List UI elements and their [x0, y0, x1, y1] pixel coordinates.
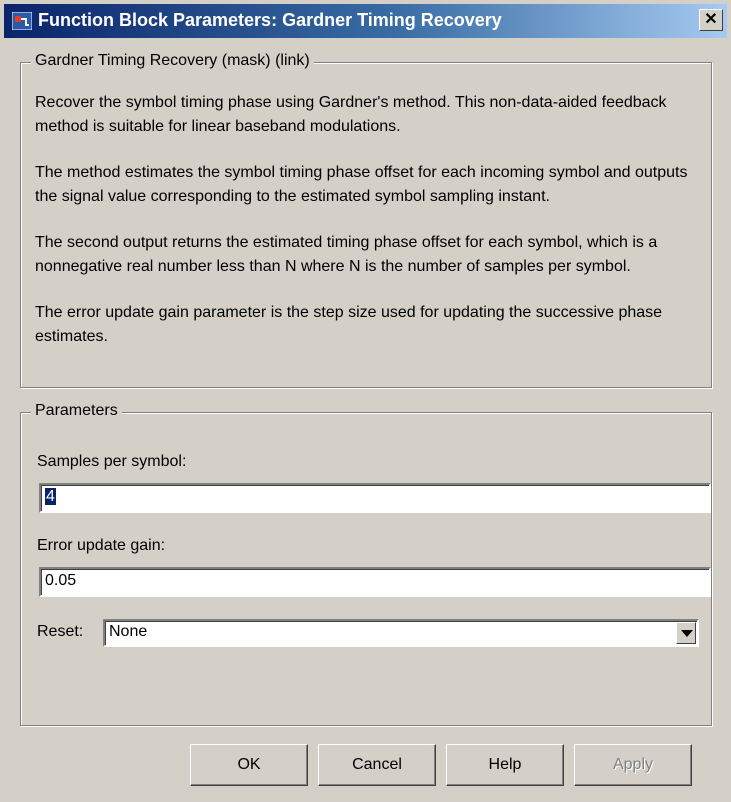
- close-icon[interactable]: ✕: [699, 9, 723, 31]
- description-text: Recover the symbol timing phase using Ga…: [35, 91, 705, 371]
- title-bar[interactable]: Function Block Parameters: Gardner Timin…: [4, 4, 727, 38]
- parameters-group: Parameters Samples per symbol: 4 Error u…: [20, 402, 712, 726]
- description-group: Gardner Timing Recovery (mask) (link) Re…: [20, 52, 712, 388]
- description-paragraph: The error update gain parameter is the s…: [35, 304, 663, 345]
- simulink-block-icon: [12, 12, 32, 30]
- parameters-group-legend: Parameters: [31, 402, 122, 420]
- samples-per-symbol-label: Samples per symbol:: [37, 453, 187, 470]
- reset-label: Reset:: [37, 623, 84, 640]
- error-update-gain-input[interactable]: 0.05: [39, 567, 711, 597]
- apply-button[interactable]: Apply: [574, 744, 692, 786]
- reset-selected-value: None: [109, 623, 148, 640]
- chevron-down-icon[interactable]: [676, 622, 696, 644]
- samples-per-symbol-value: 4: [45, 488, 56, 505]
- reset-select[interactable]: None: [103, 619, 699, 647]
- error-update-gain-label: Error update gain:: [37, 537, 166, 554]
- help-button[interactable]: Help: [446, 744, 564, 786]
- window-title: Function Block Parameters: Gardner Timin…: [38, 10, 502, 30]
- samples-per-symbol-input[interactable]: 4: [39, 483, 711, 513]
- description-paragraph: The second output returns the estimated …: [35, 234, 658, 275]
- cancel-button[interactable]: Cancel: [318, 744, 436, 786]
- error-update-gain-value: 0.05: [45, 572, 77, 589]
- description-group-legend: Gardner Timing Recovery (mask) (link): [31, 52, 314, 70]
- dialog-window: Function Block Parameters: Gardner Timin…: [0, 0, 731, 802]
- description-paragraph: Recover the symbol timing phase using Ga…: [35, 94, 667, 135]
- description-paragraph: The method estimates the symbol timing p…: [35, 164, 688, 205]
- ok-button[interactable]: OK: [190, 744, 308, 786]
